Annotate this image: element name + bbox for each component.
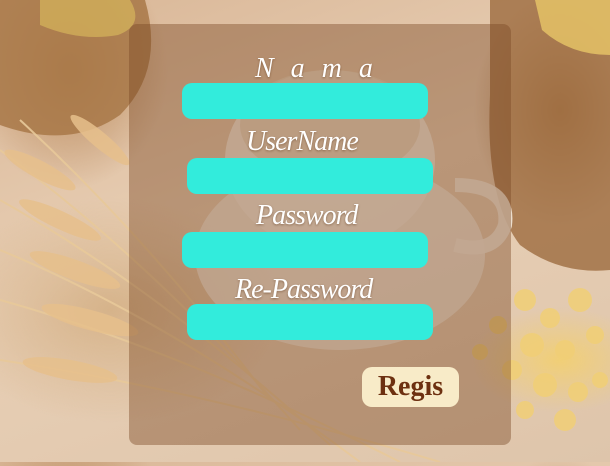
re-password-input[interactable] <box>187 304 433 340</box>
username-input[interactable] <box>187 158 433 194</box>
wheat-ears <box>4 114 139 383</box>
password-label: Password <box>256 200 358 231</box>
regis-button[interactable]: Regis <box>362 367 459 407</box>
re-password-label: Re-Password <box>235 274 373 305</box>
nama-label: N a m a <box>255 53 378 84</box>
password-input[interactable] <box>182 232 428 268</box>
username-label: UserName <box>246 126 359 157</box>
nama-input[interactable] <box>182 83 428 119</box>
